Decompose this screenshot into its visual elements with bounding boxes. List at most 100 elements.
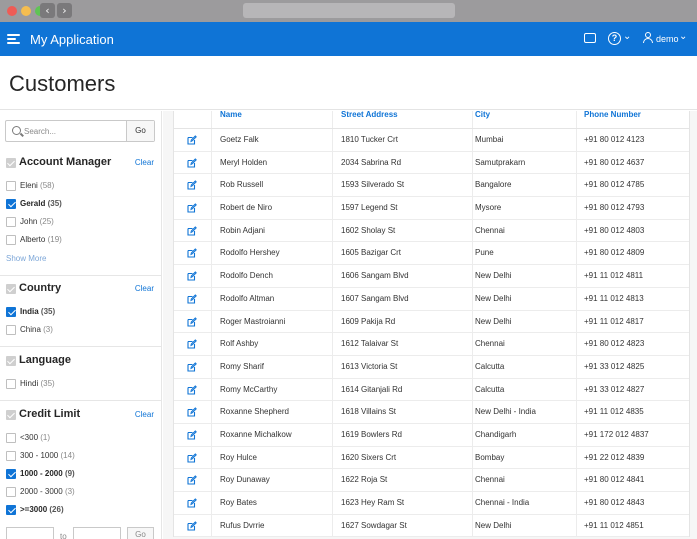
edit-icon[interactable] bbox=[187, 475, 197, 485]
edit-icon[interactable] bbox=[187, 520, 197, 531]
edit-icon[interactable] bbox=[187, 180, 197, 190]
hamburger-icon[interactable] bbox=[7, 34, 20, 44]
option-count: (14) bbox=[60, 451, 75, 460]
table-row[interactable]: Rob Russell 1593 Silverado St Bangalore +91… bbox=[174, 174, 689, 198]
facet-option[interactable]: China (3) bbox=[0, 321, 162, 339]
edit-icon[interactable] bbox=[187, 407, 197, 417]
edit-icon[interactable] bbox=[187, 316, 197, 327]
table-row[interactable]: Robert de Niro 1597 Legend St Mysore +91 80… bbox=[174, 197, 689, 220]
table-row[interactable]: Roy Dunaway 1622 Roja St Chennai +91 80 012… bbox=[174, 469, 689, 492]
edit-icon[interactable] bbox=[187, 271, 197, 281]
checkbox[interactable] bbox=[6, 379, 16, 389]
edit-icon[interactable] bbox=[187, 384, 197, 395]
facet-collapse-toggle[interactable] bbox=[6, 284, 16, 294]
facet-collapse-toggle[interactable] bbox=[6, 410, 16, 420]
forward-button[interactable]: › bbox=[57, 3, 72, 18]
checkbox[interactable] bbox=[6, 325, 16, 335]
column-header-name[interactable]: Name bbox=[220, 111, 242, 129]
table-row[interactable]: Roxanne Shepherd 1618 Villains St New Delh… bbox=[174, 401, 689, 424]
table-row[interactable]: Rufus Dvrrie 1627 Sowdagar St New Delhi +91… bbox=[174, 515, 689, 538]
cell-street: 1612 Talaivar St bbox=[341, 339, 399, 349]
edit-icon[interactable] bbox=[187, 203, 197, 213]
facet-option[interactable]: Hindi (35) bbox=[0, 375, 162, 393]
edit-icon[interactable] bbox=[187, 226, 197, 236]
table-row[interactable]: Goetz Falk 1810 Tucker Crt Mumbai +91 80 01… bbox=[174, 129, 689, 152]
option-count: (3) bbox=[64, 487, 75, 496]
chevron-down-icon[interactable]: ⌄ bbox=[623, 31, 631, 42]
facet-option[interactable]: 1000 - 2000 (9) bbox=[0, 465, 162, 483]
search-input[interactable] bbox=[24, 123, 126, 139]
table-row[interactable]: Romy Sharif 1613 Victoria St Calcutta +91 3… bbox=[174, 356, 689, 379]
facet-option[interactable]: Alberto (19) bbox=[0, 231, 162, 249]
edit-icon[interactable] bbox=[187, 294, 197, 304]
checkbox[interactable] bbox=[6, 307, 16, 317]
range-go-button[interactable]: Go bbox=[127, 527, 154, 539]
address-bar[interactable] bbox=[243, 3, 455, 18]
edit-icon[interactable] bbox=[187, 135, 197, 145]
table-row[interactable]: Rolf Ashby 1612 Talaivar St Chennai +91 80 … bbox=[174, 333, 689, 356]
search-go-button[interactable]: Go bbox=[126, 121, 154, 141]
help-icon[interactable]: ? bbox=[608, 32, 621, 45]
table-row[interactable]: Rodolfo Hershey 1605 Bazigar Crt Pune +91 8… bbox=[174, 242, 689, 266]
column-header-street[interactable]: Street Address bbox=[341, 111, 398, 129]
facet-clear-link[interactable]: Clear bbox=[135, 158, 154, 167]
facet-option[interactable]: >=3000 (26) bbox=[0, 501, 162, 519]
cell-city: Chennai bbox=[475, 339, 505, 349]
column-header-phone[interactable]: Phone Number bbox=[584, 111, 641, 129]
range-min-input[interactable] bbox=[6, 527, 54, 539]
edit-icon[interactable] bbox=[187, 498, 197, 508]
checkbox[interactable] bbox=[6, 487, 16, 497]
back-button[interactable]: ‹ bbox=[40, 3, 55, 18]
table-row[interactable]: Roger Mastroianni 1609 Pakija Rd New Delhi… bbox=[174, 311, 689, 334]
checkbox[interactable] bbox=[6, 469, 16, 479]
table-row[interactable]: Rodolfo Altman 1607 Sangam Blvd New Delhi +… bbox=[174, 288, 689, 311]
edit-icon[interactable] bbox=[187, 248, 197, 258]
checkbox[interactable] bbox=[6, 199, 16, 209]
edit-icon[interactable] bbox=[187, 339, 197, 349]
column-header-city[interactable]: City bbox=[475, 111, 490, 129]
facet-option[interactable]: 300 - 1000 (14) bbox=[0, 447, 162, 465]
checkbox[interactable] bbox=[6, 217, 16, 227]
edit-icon[interactable] bbox=[187, 157, 197, 168]
facet-option[interactable]: <300 (1) bbox=[0, 429, 162, 447]
close-window-icon[interactable] bbox=[7, 6, 17, 16]
table-row[interactable]: Meryl Holden 2034 Sabrina Rd Samutprakarn +… bbox=[174, 152, 689, 175]
checkbox[interactable] bbox=[6, 505, 16, 515]
table-row[interactable]: Rodolfo Dench 1606 Sangam Blvd New Delhi +9… bbox=[174, 265, 689, 288]
edit-icon[interactable] bbox=[187, 452, 197, 463]
facet-option[interactable]: Gerald (35) bbox=[0, 195, 162, 213]
chat-icon[interactable] bbox=[584, 33, 596, 43]
table-row[interactable]: Robin Adjani 1602 Sholay St Chennai +91 80 … bbox=[174, 220, 689, 243]
cell-name: Romy McCarthy bbox=[220, 384, 278, 394]
option-count: (9) bbox=[64, 469, 75, 478]
checkbox[interactable] bbox=[6, 433, 16, 443]
table-row[interactable]: Roy Hulce 1620 Sixers Crt Bombay +91 22 012… bbox=[174, 447, 689, 470]
user-menu[interactable]: demo bbox=[656, 34, 679, 44]
show-more-link[interactable]: Show More bbox=[6, 254, 46, 263]
range-max-input[interactable] bbox=[73, 527, 121, 539]
facet-clear-link[interactable]: Clear bbox=[135, 284, 154, 293]
user-icon[interactable] bbox=[643, 32, 653, 44]
table-row[interactable]: Roy Bates 1623 Hey Ram St Chennai - India +… bbox=[174, 492, 689, 515]
checkbox[interactable] bbox=[6, 235, 16, 245]
cell-street: 1622 Roja St bbox=[341, 475, 388, 485]
table-row[interactable]: Romy McCarthy 1614 Gitanjali Rd Calcutta +9… bbox=[174, 379, 689, 402]
facet-option[interactable]: Eleni (58) bbox=[0, 177, 162, 195]
checkbox[interactable] bbox=[6, 451, 16, 461]
cell-phone: +91 172 012 4837 bbox=[584, 429, 649, 439]
facet-option[interactable]: John (25) bbox=[0, 213, 162, 231]
app-title[interactable]: My Application bbox=[30, 32, 114, 47]
cell-phone: +91 33 012 4827 bbox=[584, 384, 645, 394]
facet-option[interactable]: India (35) bbox=[0, 303, 162, 321]
minimize-window-icon[interactable] bbox=[21, 6, 31, 16]
chevron-down-icon[interactable]: ⌄ bbox=[679, 31, 687, 42]
facet-credit-limit: Credit Limit Clear <300 (1) 300 - 1000 (… bbox=[0, 407, 162, 519]
facet-option[interactable]: 2000 - 3000 (3) bbox=[0, 483, 162, 501]
edit-icon[interactable] bbox=[187, 430, 197, 440]
facet-clear-link[interactable]: Clear bbox=[135, 410, 154, 419]
table-row[interactable]: Roxanne Michalkow 1619 Bowlers Rd Chandiga… bbox=[174, 424, 689, 447]
facet-collapse-toggle[interactable] bbox=[6, 356, 16, 366]
edit-icon[interactable] bbox=[187, 362, 197, 372]
checkbox[interactable] bbox=[6, 181, 16, 191]
facet-collapse-toggle[interactable] bbox=[6, 158, 16, 168]
